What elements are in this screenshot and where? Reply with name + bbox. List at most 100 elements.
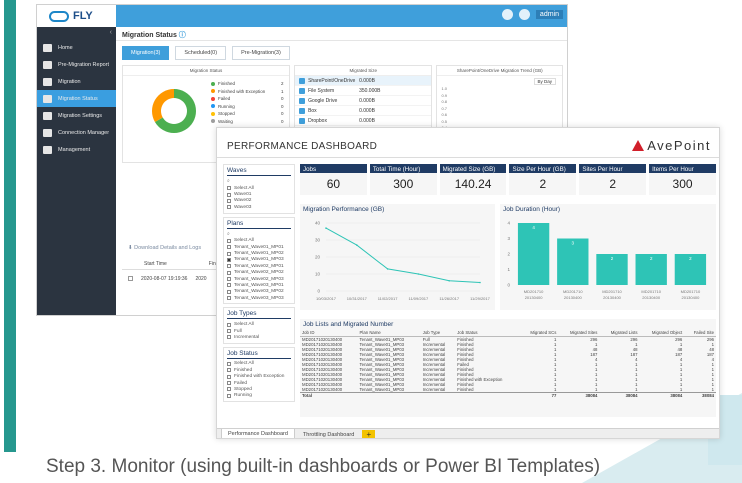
x-tick-label: 11/29/2017 xyxy=(470,296,490,301)
search-icon[interactable]: ⌕ xyxy=(227,178,291,185)
filter-checkbox[interactable] xyxy=(227,374,231,379)
y-tick-label: 40 xyxy=(315,221,321,226)
sidebar-item[interactable]: Pre-Migration Report xyxy=(37,56,116,73)
total-cell: Total xyxy=(300,391,358,398)
kpi-value: 300 xyxy=(672,177,693,191)
filter-option[interactable]: Tenant_Wave01_MP02 xyxy=(227,250,291,256)
filter-checkbox[interactable] xyxy=(227,368,231,373)
status-legend-item: Waiting 0 xyxy=(211,118,284,126)
filter-checkbox[interactable] xyxy=(227,289,231,294)
size-value: 0.000B xyxy=(359,107,375,114)
size-item[interactable]: Dropbox 0.000B xyxy=(295,116,432,126)
filter-option[interactable]: Incremental xyxy=(227,334,291,340)
filter-option-label: Stopped xyxy=(234,386,252,392)
status-label: Failed xyxy=(218,96,231,102)
sidebar-item-label: Home xyxy=(58,44,73,51)
size-item[interactable]: Google Drive 0.000B xyxy=(295,96,432,106)
tab-throttling-dashboard[interactable]: Throttling Dashboard xyxy=(297,430,360,439)
sidebar-item[interactable]: Migration xyxy=(37,73,116,90)
source-icon xyxy=(299,87,306,94)
filter-checkbox[interactable] xyxy=(227,361,231,366)
migration-icon xyxy=(43,77,52,86)
filter-checkbox[interactable] xyxy=(227,381,231,385)
filter-checkbox[interactable] xyxy=(227,251,231,256)
home-icon xyxy=(43,43,52,52)
migration-performance-card: Migration Performance (GB) 0 10 20 30 40 10/0… xyxy=(300,204,495,310)
sidebar-item[interactable]: Migration Settings xyxy=(37,107,116,124)
search-icon[interactable]: ⌕ xyxy=(227,231,291,238)
filter-option[interactable]: Tenant_Wave01_MP01 xyxy=(227,244,291,250)
filter-checkbox[interactable] xyxy=(227,186,231,191)
sidebar-item[interactable]: Management xyxy=(37,141,116,158)
help-icon[interactable] xyxy=(501,9,513,20)
sidebar-item[interactable]: Home xyxy=(37,39,116,56)
fly-tab[interactable]: Migration(3) xyxy=(122,46,170,60)
sidebar-item[interactable]: Connection Manager xyxy=(37,124,116,141)
filter-option-label: Finished with Exception xyxy=(234,374,285,380)
filter-checkbox[interactable] xyxy=(227,322,231,327)
filter-option[interactable]: Tenant_Wave01_MP03 xyxy=(227,257,291,263)
filter-option[interactable]: Running xyxy=(227,393,291,399)
size-item[interactable]: File System 350.000B xyxy=(295,86,432,96)
filter-checkbox[interactable] xyxy=(227,205,231,210)
tab-performance-dashboard[interactable]: Performance Dashboard xyxy=(221,429,295,438)
filter-checkbox[interactable] xyxy=(227,198,231,203)
filter-option[interactable]: Tenant_Wave02_MP01 xyxy=(227,263,291,269)
filter-option[interactable]: Tenant_Wave03_MP03 xyxy=(227,295,291,301)
bar[interactable] xyxy=(517,223,550,285)
data-point xyxy=(448,280,450,282)
size-item[interactable]: SharePoint/OneDrive 0.000B xyxy=(295,76,432,86)
management-icon xyxy=(43,145,52,154)
size-item[interactable]: Box 0.000B xyxy=(295,106,432,116)
row-checkbox[interactable] xyxy=(128,276,133,281)
filter-option[interactable]: Tenant_Wave03_MP01 xyxy=(227,282,291,288)
filter-option-label: Select All xyxy=(234,361,254,367)
migration-performance-title: Migration Performance (GB) xyxy=(303,206,385,213)
filter-checkbox[interactable] xyxy=(227,277,231,282)
x-tick-label: MD201710 xyxy=(563,289,583,294)
filter-checkbox[interactable] xyxy=(227,329,231,334)
fly-tab[interactable]: Scheduled(0) xyxy=(175,46,227,60)
filter-option[interactable]: Tenant_Wave03_MP02 xyxy=(227,289,291,295)
status-dot-icon xyxy=(211,96,215,101)
filter-option[interactable]: Tenant_Wave02_MP03 xyxy=(227,276,291,282)
sidebar-item[interactable]: Migration Status xyxy=(37,90,116,107)
slide-caption: Step 3. Monitor (using built-in dashboar… xyxy=(46,456,601,477)
y-tick-label: 2 xyxy=(507,252,510,257)
admin-menu[interactable]: admin xyxy=(535,10,563,19)
filter-checkbox[interactable] xyxy=(227,257,231,262)
filter-option-label: Tenant_Wave03_MP03 xyxy=(234,295,284,301)
kpi-value: 300 xyxy=(393,177,414,191)
collapse-icon[interactable]: ‹ xyxy=(110,29,112,36)
filter-option[interactable]: Wave03 xyxy=(227,204,291,210)
filter-checkbox[interactable] xyxy=(227,387,231,392)
filter-title: Waves xyxy=(227,167,291,176)
column-start-time: Start Time xyxy=(144,261,167,267)
filter-checkbox[interactable] xyxy=(227,192,231,197)
filter-checkbox[interactable] xyxy=(227,270,231,275)
notification-icon[interactable] xyxy=(518,9,530,20)
trend-range-select[interactable]: By Day xyxy=(533,78,557,85)
filter-checkbox[interactable] xyxy=(227,238,231,243)
filter-checkbox[interactable] xyxy=(227,245,231,250)
info-icon[interactable]: ⓘ xyxy=(179,32,186,39)
fly-tab[interactable]: Pre-Migration(3) xyxy=(232,46,290,60)
y-tick-label: 20 xyxy=(315,255,321,260)
x-tick-label: MD201710 xyxy=(681,289,701,294)
filter-checkbox[interactable] xyxy=(227,264,231,269)
filter-checkbox[interactable] xyxy=(227,283,231,288)
total-cell xyxy=(455,391,520,398)
size-value: 0.000B xyxy=(359,77,375,84)
cloud-icon xyxy=(49,10,69,22)
download-logs-link[interactable]: ⬇ Download Details and Logs xyxy=(128,245,201,251)
filter-option[interactable]: Finished with Exception xyxy=(227,373,291,379)
filter-checkbox[interactable] xyxy=(227,335,231,340)
job-list-title: Job Lists and Migrated Number xyxy=(303,321,394,328)
filter-checkbox[interactable] xyxy=(227,296,231,301)
filter-option[interactable]: Tenant_Wave02_MP02 xyxy=(227,270,291,276)
status-count: 0 xyxy=(281,118,284,124)
status-count: 0 xyxy=(281,111,284,117)
fly-logo[interactable]: FLY xyxy=(37,5,116,27)
add-tab-button[interactable]: + xyxy=(362,429,376,438)
filter-checkbox[interactable] xyxy=(227,393,231,398)
